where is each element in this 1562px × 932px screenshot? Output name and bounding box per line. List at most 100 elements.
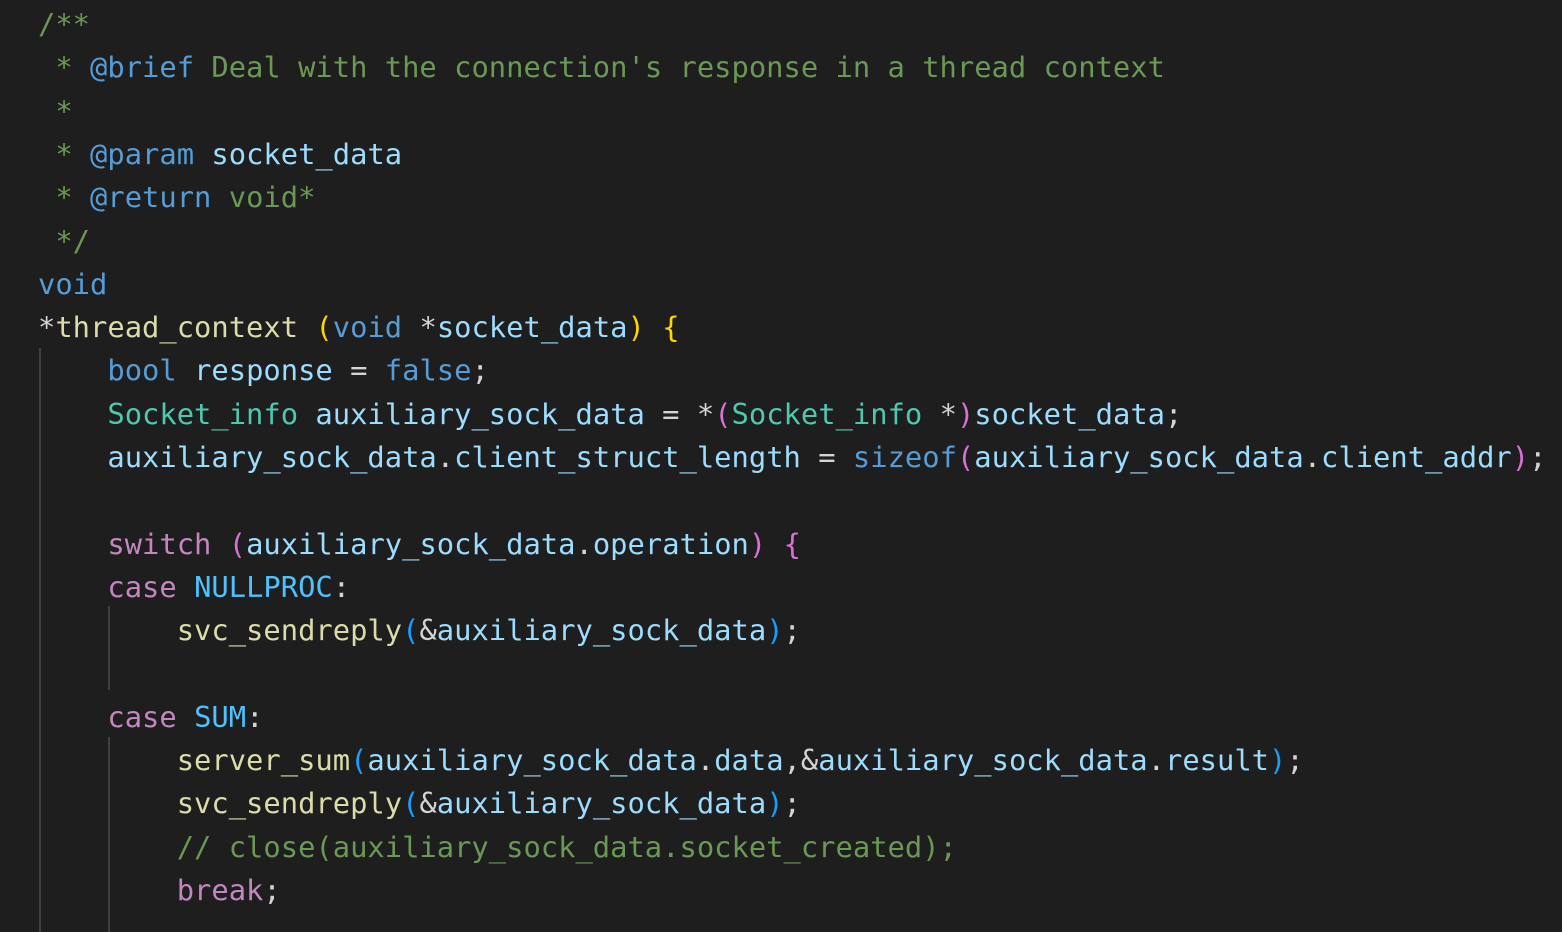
code-token: void — [38, 266, 108, 301]
code-token: ; — [1286, 743, 1304, 778]
code-token: case — [107, 699, 177, 734]
code-line: /** — [38, 3, 90, 46]
code-token: ( — [956, 440, 975, 474]
code-token: socket_data — [974, 396, 1166, 431]
code-token: break — [176, 873, 264, 907]
code-token: . — [1147, 743, 1165, 778]
code-line: svc_sendreply(&auxiliary_sock_data); — [38, 609, 801, 652]
code-token: ; — [263, 873, 281, 907]
code-line: server_sum(auxiliary_sock_data.data,&aux… — [38, 739, 1304, 782]
code-token: . — [575, 526, 593, 561]
code-line: bool response = false; — [38, 349, 489, 392]
code-token: * — [38, 136, 91, 171]
code-token: */ — [38, 223, 91, 258]
code-token: . — [1303, 440, 1322, 474]
code-token: * — [38, 50, 91, 85]
code-token: ; — [1165, 396, 1183, 431]
code-line: * @return void* — [38, 176, 315, 219]
code-token: void — [332, 310, 403, 345]
code-token: svc_sendreply — [176, 613, 403, 648]
code-line: svc_sendreply(&auxiliary_sock_data); — [38, 782, 801, 825]
code-line: void — [38, 263, 107, 306]
code-token: // close(auxiliary_sock_data.socket_crea… — [176, 829, 957, 864]
code-token: auxiliary_sock_data — [974, 440, 1304, 474]
code-line: *thread_context (void *socket_data) { — [38, 306, 680, 349]
code-token: ( — [350, 743, 368, 778]
code-token: case — [107, 569, 177, 604]
code-token: : — [332, 569, 351, 604]
code-token: /** — [38, 7, 91, 41]
code-token: Socket_info — [107, 396, 299, 431]
code-token: Socket_info — [731, 396, 923, 431]
code-token: { — [783, 526, 801, 561]
code-line: */ — [38, 220, 90, 263]
code-token: ; — [783, 786, 801, 821]
code-line: break; — [38, 869, 281, 912]
code-line: * @brief Deal with the connection's resp… — [38, 46, 1165, 89]
code-token: void* — [211, 180, 316, 215]
code-token: ) — [956, 396, 975, 431]
code-line: Socket_info auxiliary_sock_data = *(Sock… — [38, 393, 1182, 436]
code-token: response — [194, 353, 333, 388]
code-token: auxiliary_sock_data — [436, 786, 767, 821]
code-line: case SUM: — [38, 696, 263, 739]
code-token: . — [436, 440, 455, 474]
code-token: * — [402, 310, 437, 345]
code-token: operation — [592, 526, 749, 561]
code-token: ( — [402, 786, 420, 821]
code-token: ( — [228, 526, 247, 561]
code-token: auxiliary_sock_data — [436, 613, 767, 648]
code-token: bool — [107, 353, 177, 388]
code-token: . — [696, 743, 715, 778]
code-line: auxiliary_sock_data.client_struct_length… — [38, 436, 1546, 479]
code-token: { — [662, 310, 680, 345]
code-token: ( — [402, 613, 420, 648]
code-line: switch (auxiliary_sock_data.operation) { — [38, 523, 801, 566]
code-token: socket_data — [436, 310, 628, 345]
code-token: & — [419, 613, 437, 648]
code-token: socket_data — [211, 136, 403, 171]
code-token: sizeof — [852, 440, 957, 474]
code-token: * — [922, 396, 957, 431]
code-editor[interactable]: /** * @brief Deal with the connection's … — [0, 0, 1562, 932]
code-line: * @param socket_data — [38, 133, 402, 176]
code-token: ( — [714, 396, 732, 431]
code-line: * — [38, 90, 72, 133]
code-token: result — [1165, 743, 1270, 778]
code-token: auxiliary_sock_data — [246, 526, 576, 561]
code-token: ) — [766, 613, 784, 648]
code-token: ,& — [783, 743, 819, 778]
code-token: data — [714, 743, 784, 778]
code-token: ) — [766, 786, 784, 821]
code-token: ; — [471, 353, 489, 388]
code-token: NULLPROC — [194, 569, 333, 604]
code-token: switch — [107, 526, 212, 561]
code-token: ) — [1511, 440, 1530, 474]
code-token: * — [38, 310, 56, 345]
code-token: SUM — [194, 699, 247, 734]
code-token: false — [384, 353, 472, 388]
code-token: : — [246, 699, 264, 734]
code-token: ) — [748, 526, 767, 561]
code-line: case NULLPROC: — [38, 566, 350, 609]
code-token: client_struct_length — [454, 440, 801, 474]
code-token: server_sum — [176, 743, 351, 778]
code-token: ) — [1269, 743, 1287, 778]
code-token: @return — [90, 180, 212, 215]
